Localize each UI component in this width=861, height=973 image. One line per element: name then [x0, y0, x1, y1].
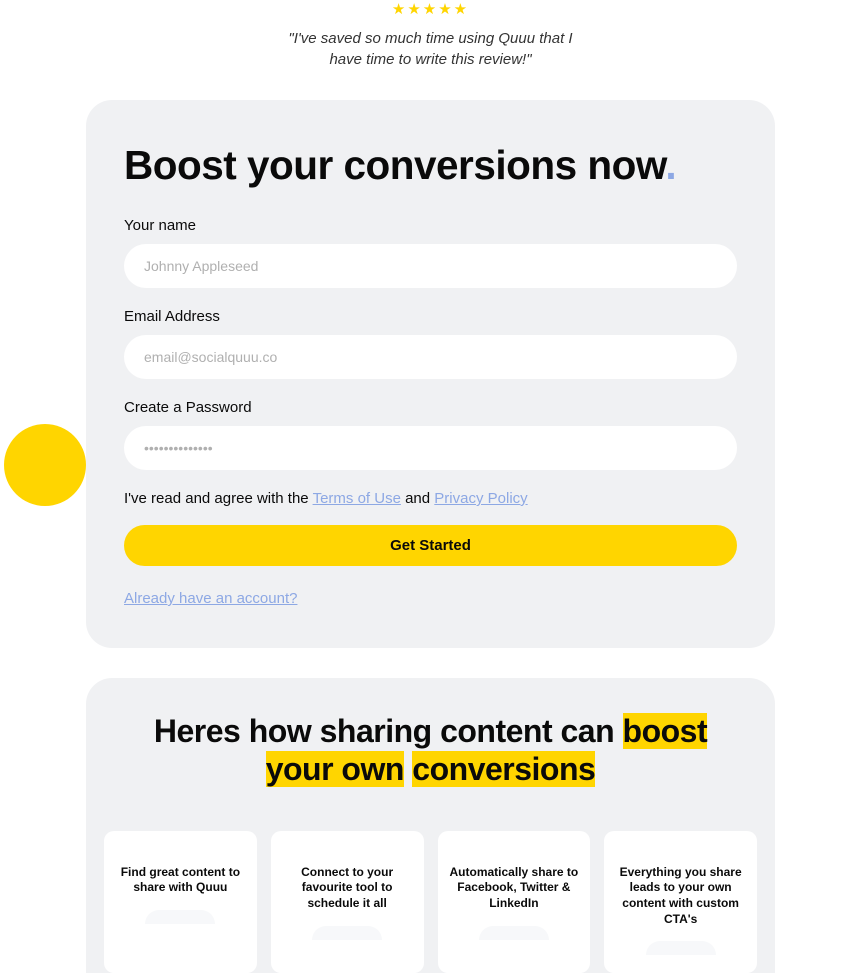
feature-icon-placeholder: [312, 926, 382, 940]
feature-cards: Find great content to share with Quuu Co…: [86, 831, 775, 973]
card-title-main: Boost your conversions now: [124, 142, 665, 188]
testimonial: ★★★★★ "I've saved so much time using Quu…: [0, 0, 861, 100]
email-form-group: Email Address: [124, 308, 737, 379]
features-section: Heres how sharing content can boost your…: [86, 678, 775, 973]
feature-card: Automatically share to Facebook, Twitter…: [438, 831, 591, 973]
star-rating-icon: ★★★★★: [20, 0, 841, 18]
terms-of-use-link[interactable]: Terms of Use: [313, 490, 401, 507]
email-label: Email Address: [124, 308, 737, 325]
feature-icon-placeholder: [479, 926, 549, 940]
email-input[interactable]: [124, 335, 737, 379]
card-title: Boost your conversions now.: [124, 142, 737, 189]
testimonial-quote: "I've saved so much time using Quuu that…: [281, 28, 581, 70]
get-started-button[interactable]: Get Started: [124, 525, 737, 566]
terms-mid: and: [401, 490, 434, 507]
password-input[interactable]: [124, 426, 737, 470]
feature-card: Connect to your favourite tool to schedu…: [271, 831, 424, 973]
title-dot: .: [665, 142, 676, 188]
signup-card: Boost your conversions now. Your name Em…: [86, 100, 775, 648]
feature-text: Connect to your favourite tool to schedu…: [281, 865, 414, 912]
privacy-policy-link[interactable]: Privacy Policy: [434, 490, 527, 507]
password-form-group: Create a Password: [124, 399, 737, 470]
features-title-highlight-2: conversions: [412, 751, 595, 787]
feature-icon-placeholder: [145, 910, 215, 924]
name-input[interactable]: [124, 244, 737, 288]
feature-text: Automatically share to Facebook, Twitter…: [448, 865, 581, 912]
features-title-prefix: Heres how sharing content can: [154, 713, 623, 749]
terms-prefix: I've read and agree with the: [124, 490, 313, 507]
terms-text: I've read and agree with the Terms of Us…: [124, 490, 737, 507]
name-form-group: Your name: [124, 217, 737, 288]
feature-card: Everything you share leads to your own c…: [604, 831, 757, 973]
name-label: Your name: [124, 217, 737, 234]
decorative-circle: [4, 424, 86, 506]
feature-card: Find great content to share with Quuu: [104, 831, 257, 973]
feature-text: Find great content to share with Quuu: [114, 865, 247, 896]
feature-text: Everything you share leads to your own c…: [614, 865, 747, 927]
password-label: Create a Password: [124, 399, 737, 416]
features-title: Heres how sharing content can boost your…: [136, 712, 725, 789]
feature-icon-placeholder: [646, 941, 716, 955]
signin-link[interactable]: Already have an account?: [124, 590, 297, 607]
